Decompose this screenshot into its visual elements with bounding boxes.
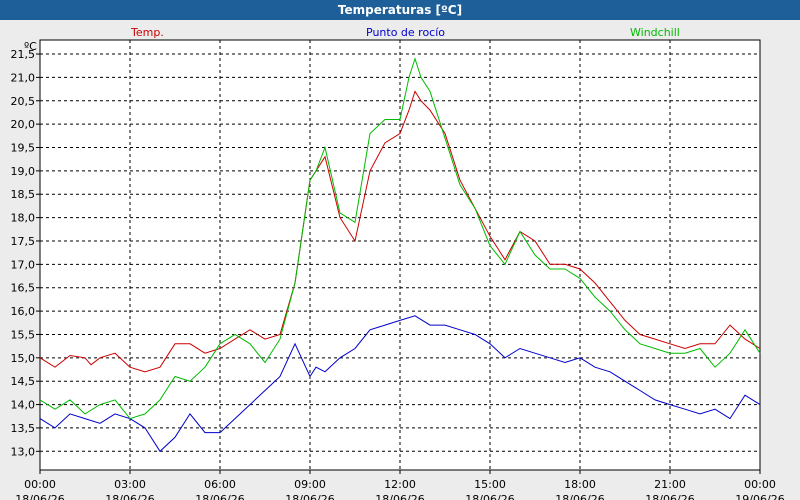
- x-tick-time-label: 00:00: [744, 478, 776, 491]
- window-title: Temperaturas [ºC]: [0, 0, 800, 20]
- y-tick-label: 13,5: [11, 422, 36, 435]
- y-tick-label: 17,0: [11, 258, 36, 271]
- y-axis-ticks: 13,0 13,5 14,0 14,5 15,0 15,5 16,0 16,5 17,0 17,5…: [11, 48, 40, 458]
- x-tick-time-label: 15:00: [474, 478, 506, 491]
- x-axis-ticks: 00:00 18/06/26 03:00 18/06/26 06:00 18/06/26 0…: [15, 470, 785, 500]
- temperature-chart: 13,0 13,5 14,0 14,5 15,0 15,5 16,0 16,5 17,0 17,5…: [11, 26, 785, 500]
- x-tick-time-label: 06:00: [204, 478, 236, 491]
- x-tick-date-label: 18/06/26: [195, 493, 244, 500]
- x-tick-date-label: 18/06/26: [285, 493, 334, 500]
- y-tick-label: 14,0: [11, 399, 36, 412]
- x-tick-time-label: 18:00: [564, 478, 596, 491]
- x-tick-date-label: 19/06/26: [735, 493, 784, 500]
- x-tick-date-label: 18/06/26: [15, 493, 64, 500]
- y-tick-label: 20,5: [11, 95, 36, 108]
- x-tick-time-label: 03:00: [114, 478, 146, 491]
- chart-window: Temperaturas [ºC] 13,0 13,5 14,0 14,5 15,0 15…: [0, 0, 800, 500]
- x-tick-time-label: 12:00: [384, 478, 416, 491]
- x-tick-time-label: 00:00: [24, 478, 56, 491]
- x-tick-date-label: 18/06/26: [375, 493, 424, 500]
- x-tick-time-label: 09:00: [294, 478, 326, 491]
- plot-background: [39, 39, 761, 471]
- y-tick-label: 15,0: [11, 352, 36, 365]
- x-tick-time-label: 21:00: [654, 478, 686, 491]
- x-tick-date-label: 18/06/26: [465, 493, 514, 500]
- legend-dewpoint: Punto de rocío: [366, 26, 445, 39]
- y-tick-label: 19,5: [11, 142, 36, 155]
- y-tick-label: 17,5: [11, 235, 36, 248]
- y-tick-label: 16,5: [11, 282, 36, 295]
- y-tick-label: 20,0: [11, 118, 36, 131]
- x-tick-date-label: 18/06/26: [105, 493, 154, 500]
- legend-windchill: Windchill: [630, 26, 680, 39]
- y-tick-label: 21,0: [11, 71, 36, 84]
- y-tick-label: 19,0: [11, 165, 36, 178]
- legend-temp: Temp.: [130, 26, 164, 39]
- y-tick-label: 15,5: [11, 328, 36, 341]
- y-unit-label: ºC: [24, 40, 37, 53]
- y-tick-label: 16,0: [11, 305, 36, 318]
- y-tick-label: 18,5: [11, 188, 36, 201]
- x-tick-date-label: 18/06/26: [555, 493, 604, 500]
- y-tick-label: 18,0: [11, 212, 36, 225]
- y-tick-label: 14,5: [11, 375, 36, 388]
- x-tick-date-label: 18/06/26: [645, 493, 694, 500]
- y-tick-label: 13,0: [11, 445, 36, 458]
